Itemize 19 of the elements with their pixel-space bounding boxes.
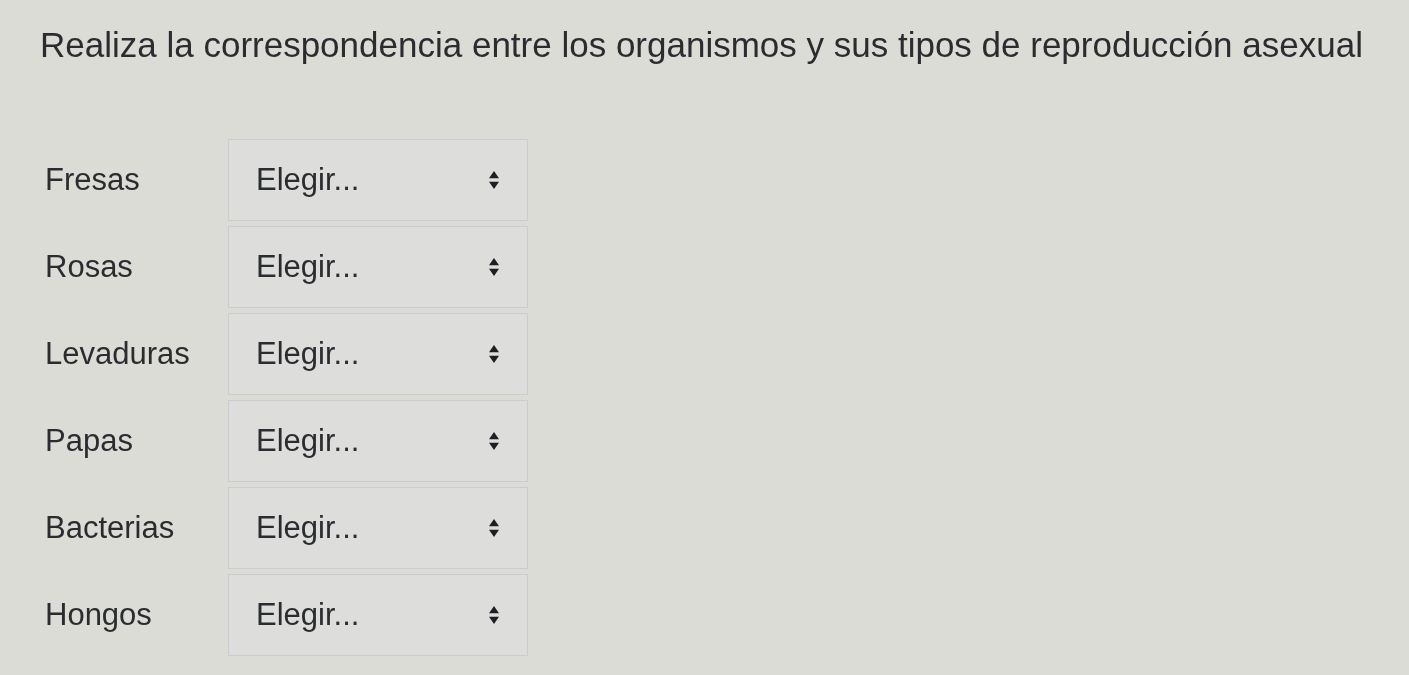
select-field[interactable]: Elegir... xyxy=(228,486,528,569)
question-prompt: Realiza la correspondencia entre los organismos y sus tipos de reproducción asexual xyxy=(40,24,1363,66)
select-field[interactable]: Elegir... xyxy=(228,225,528,308)
sort-arrows-icon xyxy=(489,170,499,189)
organism-label: Rosas xyxy=(45,247,134,286)
sort-arrows-icon xyxy=(489,344,499,363)
select-field[interactable]: Elegir... xyxy=(228,573,528,656)
organism-label: Fresas xyxy=(45,160,141,199)
sort-arrows-icon xyxy=(489,257,499,276)
sort-arrows-icon xyxy=(489,518,499,537)
organism-label: Hongos xyxy=(45,595,153,634)
sort-arrows-icon xyxy=(489,605,499,624)
select-field[interactable]: Elegir... xyxy=(228,138,528,221)
select-field[interactable]: Elegir... xyxy=(228,312,528,395)
organism-label: Levaduras xyxy=(45,334,191,373)
organism-label: Bacterias xyxy=(45,508,176,547)
organism-label: Papas xyxy=(45,421,134,460)
sort-arrows-icon xyxy=(489,431,499,450)
select-field[interactable]: Elegir... xyxy=(228,399,528,482)
